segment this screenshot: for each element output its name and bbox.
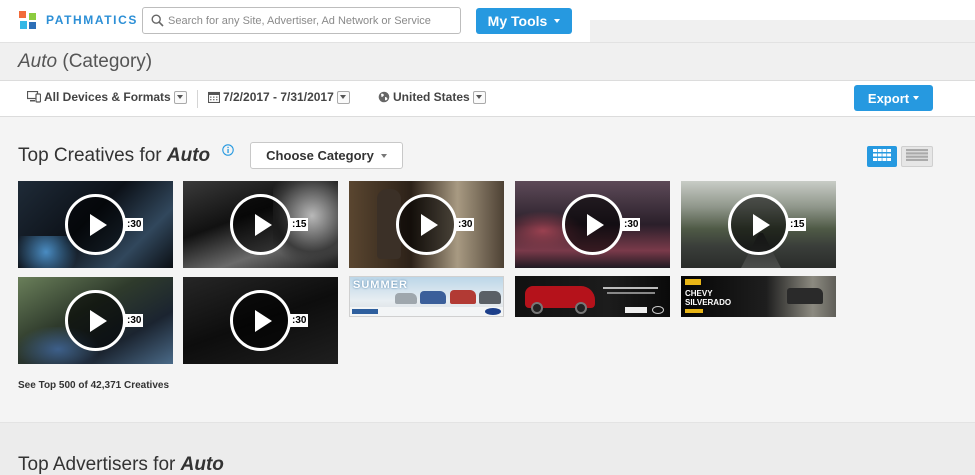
globe-icon <box>378 91 390 103</box>
creative-video-tile[interactable]: :30 <box>515 181 670 268</box>
choose-category-label: Choose Category <box>266 148 374 163</box>
play-icon <box>254 213 272 236</box>
chevron-down-icon <box>913 96 920 100</box>
top-advertisers-heading: Top Advertisers for Auto <box>18 454 224 475</box>
top-advertisers-section: Top Advertisers for Auto <box>0 422 975 475</box>
play-button[interactable] <box>230 194 291 255</box>
play-button[interactable] <box>396 194 457 255</box>
play-button[interactable] <box>65 194 126 255</box>
play-button[interactable] <box>562 194 623 255</box>
see-more-link[interactable]: See Top 500 of 42,371 Creatives <box>18 380 169 391</box>
search-input[interactable] <box>168 14 460 27</box>
dropdown-arrow-icon[interactable] <box>472 90 486 104</box>
video-duration: :30 <box>290 314 309 327</box>
play-icon <box>89 213 107 236</box>
play-icon <box>254 309 272 332</box>
play-icon <box>586 213 604 236</box>
devices-icon <box>27 91 41 103</box>
my-tools-label: My Tools <box>487 13 548 29</box>
creative-video-tile[interactable]: :15 <box>681 181 836 268</box>
video-duration: :15 <box>788 218 807 231</box>
chevron-down-icon <box>554 19 561 23</box>
grid-view-button[interactable] <box>867 146 897 167</box>
creative-banner-tile[interactable]: SUMMER <box>349 276 504 317</box>
devices-filter-label: All Devices & Formats <box>44 90 171 104</box>
top-nav: PATHMATICS My Tools <box>0 0 975 42</box>
info-icon[interactable] <box>222 143 234 161</box>
chevron-down-icon <box>380 153 387 158</box>
mazda-logo-icon <box>652 306 664 314</box>
creative-video-tile[interactable]: :30 <box>183 277 338 364</box>
video-duration: :30 <box>456 218 475 231</box>
grid-icon <box>873 148 891 166</box>
ford-logo-icon <box>485 308 501 315</box>
video-duration: :30 <box>125 218 144 231</box>
search-icon <box>146 8 168 33</box>
play-icon <box>420 213 438 236</box>
cta-button <box>625 307 647 313</box>
cta-button <box>685 309 703 313</box>
list-icon <box>906 148 928 166</box>
search-box[interactable] <box>142 7 461 34</box>
video-duration: :30 <box>622 218 641 231</box>
heading-prefix: Top Creatives for <box>18 145 167 166</box>
creative-banner-tile[interactable] <box>515 276 670 317</box>
creative-video-tile[interactable]: :30 <box>18 277 173 364</box>
heading-prefix: Top Advertisers for <box>18 454 181 475</box>
choose-category-dropdown[interactable]: Choose Category <box>250 142 403 169</box>
filter-bar: All Devices & Formats 7/2/2017 - 7/31/20… <box>0 80 975 117</box>
car-image <box>479 291 501 304</box>
video-duration: :30 <box>125 314 144 327</box>
cta-button <box>352 309 378 314</box>
page-title: Auto (Category) <box>18 51 152 73</box>
nav-strip <box>590 20 975 42</box>
filter-divider <box>197 90 198 108</box>
chevy-logo-icon <box>685 279 701 285</box>
creative-banner-tile[interactable]: CHEVY SILVERADO <box>681 276 836 317</box>
top-creatives-heading: Top Creatives for Auto <box>18 145 210 167</box>
country-label: United States <box>393 90 470 104</box>
heading-category: Auto <box>166 145 211 166</box>
export-button[interactable]: Export <box>854 85 933 111</box>
video-duration: :15 <box>290 218 309 231</box>
truck-image <box>787 288 823 304</box>
brand-name: PATHMATICS <box>46 13 138 27</box>
page-title-type: (Category) <box>57 51 153 72</box>
dropdown-arrow-icon[interactable] <box>336 90 350 104</box>
logo[interactable]: PATHMATICS <box>18 9 138 31</box>
creative-video-tile[interactable]: :15 <box>183 181 338 268</box>
page-header: Auto (Category) <box>0 42 975 80</box>
car-image <box>450 290 476 304</box>
banner-headline: CHEVY SILVERADO <box>685 289 732 307</box>
calendar-icon <box>208 91 220 103</box>
car-image <box>395 293 417 304</box>
country-filter[interactable]: United States <box>378 90 486 104</box>
page-title-category: Auto <box>18 51 58 72</box>
play-button[interactable] <box>230 290 291 351</box>
my-tools-button[interactable]: My Tools <box>476 8 572 34</box>
date-range-label: 7/2/2017 - 7/31/2017 <box>223 90 334 104</box>
pathmatics-logo-icon <box>18 9 38 31</box>
heading-category: Auto <box>180 454 224 475</box>
export-label: Export <box>867 90 910 106</box>
play-icon <box>89 309 107 332</box>
play-button[interactable] <box>728 194 789 255</box>
play-icon <box>752 213 770 236</box>
list-view-button[interactable] <box>901 146 933 167</box>
creative-video-tile[interactable]: :30 <box>349 181 504 268</box>
play-button[interactable] <box>65 290 126 351</box>
dropdown-arrow-icon[interactable] <box>173 90 187 104</box>
devices-filter[interactable]: All Devices & Formats <box>27 90 187 104</box>
car-image <box>420 291 446 304</box>
date-range-filter[interactable]: 7/2/2017 - 7/31/2017 <box>208 90 350 104</box>
banner-headline: SUMMER <box>353 279 408 291</box>
creative-video-tile[interactable]: :30 <box>18 181 173 268</box>
